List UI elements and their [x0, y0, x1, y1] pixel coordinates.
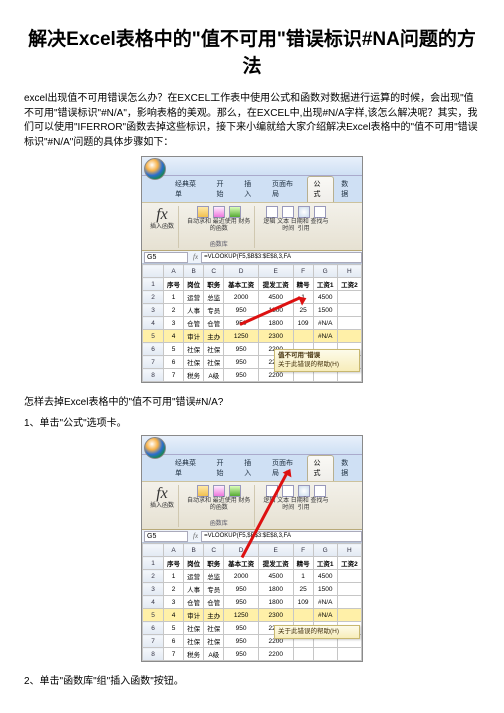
tab-classic[interactable]: 经典菜单: [168, 455, 210, 481]
tab-data[interactable]: 数据: [334, 176, 362, 202]
tab-insert[interactable]: 插入: [237, 455, 265, 481]
ribbon-body: fx 插入函数 自动求和 最近使用 财务 的函数 函数库: [142, 202, 362, 251]
date-icon: [298, 206, 310, 218]
recent-icon: [213, 206, 225, 218]
fx-icon: fx: [156, 206, 168, 224]
tab-home[interactable]: 开始: [210, 176, 238, 202]
fx-label-icon: fx: [190, 253, 201, 261]
fx-icon: fx: [156, 485, 168, 503]
logic-icon: [266, 206, 278, 218]
insert-function-button[interactable]: 插入函数: [150, 503, 174, 510]
lookup-icon: [314, 485, 326, 497]
insert-function-button[interactable]: 插入函数: [150, 224, 174, 231]
tab-home[interactable]: 开始: [210, 455, 238, 481]
tab-classic[interactable]: 经典菜单: [168, 176, 210, 202]
spreadsheet-grid[interactable]: ABCDEFGH 1 序号岗位职务 基本工资提发工资精号 工资1工资2 21运营…: [142, 543, 362, 661]
error-callout: 关于此错误的帮助(H): [274, 625, 360, 639]
step-1: 1、单击"公式"选项卡。: [24, 414, 480, 429]
tab-formulas[interactable]: 公式: [307, 455, 335, 481]
recent-icon: [213, 485, 225, 497]
financial-icon: [229, 206, 241, 218]
tab-formulas[interactable]: 公式: [307, 176, 335, 202]
office-button-icon: [144, 437, 166, 459]
tab-layout[interactable]: 页面布局: [265, 176, 307, 202]
group-label-functions: 函数库: [210, 239, 228, 248]
date-icon: [298, 485, 310, 497]
tab-data[interactable]: 数据: [334, 455, 362, 481]
fx-label-icon: fx: [190, 532, 201, 540]
name-box[interactable]: G5: [144, 252, 188, 263]
screenshot-2: 经典菜单 开始 插入 页面布局 公式 数据 fx 插入函数 自动求和 最近使用 …: [24, 435, 480, 662]
formula-bar-row: G5 fx =VLOOKUP(F5,$B$3:$E$8,3,FA: [142, 251, 362, 264]
formula-bar[interactable]: =VLOOKUP(F5,$B$3:$E$8,3,FA: [201, 252, 362, 263]
lookup-icon: [314, 206, 326, 218]
office-button-icon: [144, 158, 166, 180]
name-box[interactable]: G5: [144, 531, 188, 542]
text-icon: [282, 206, 294, 218]
question-text: 怎样去掉Excel表格中的"值不可用"错误#N/A?: [24, 393, 480, 408]
page-title: 解决Excel表格中的"值不可用"错误标识#NA问题的方法: [24, 24, 480, 78]
text-icon: [282, 485, 294, 497]
autosum-icon: [197, 485, 209, 497]
tab-insert[interactable]: 插入: [237, 176, 265, 202]
ribbon-tabs: 经典菜单 开始 插入 页面布局 公式 数据: [142, 176, 362, 202]
screenshot-1: 经典菜单 开始 插入 页面布局 公式 数据 fx 插入函数 自动求和 最近使用 …: [24, 156, 480, 383]
formula-bar[interactable]: =VLOOKUP(F5,$B$3:$E$8,3,FA: [201, 531, 362, 542]
ribbon-body: fx 插入函数 自动求和 最近使用 财务 的函数 函数库: [142, 481, 362, 530]
financial-icon: [229, 485, 241, 497]
group-label-functions: 函数库: [210, 518, 228, 527]
step-2: 2、单击"函数库"组"插入函数"按钮。: [24, 672, 480, 687]
error-callout: 值不可用"错误 关于此错误的帮助(H): [274, 349, 360, 372]
intro-paragraph: excel出现值不可用错误怎么办？在EXCEL工作表中使用公式和函数对数据进行运…: [24, 92, 480, 150]
ribbon-tabs: 经典菜单 开始 插入 页面布局 公式 数据: [142, 455, 362, 481]
autosum-icon: [197, 206, 209, 218]
